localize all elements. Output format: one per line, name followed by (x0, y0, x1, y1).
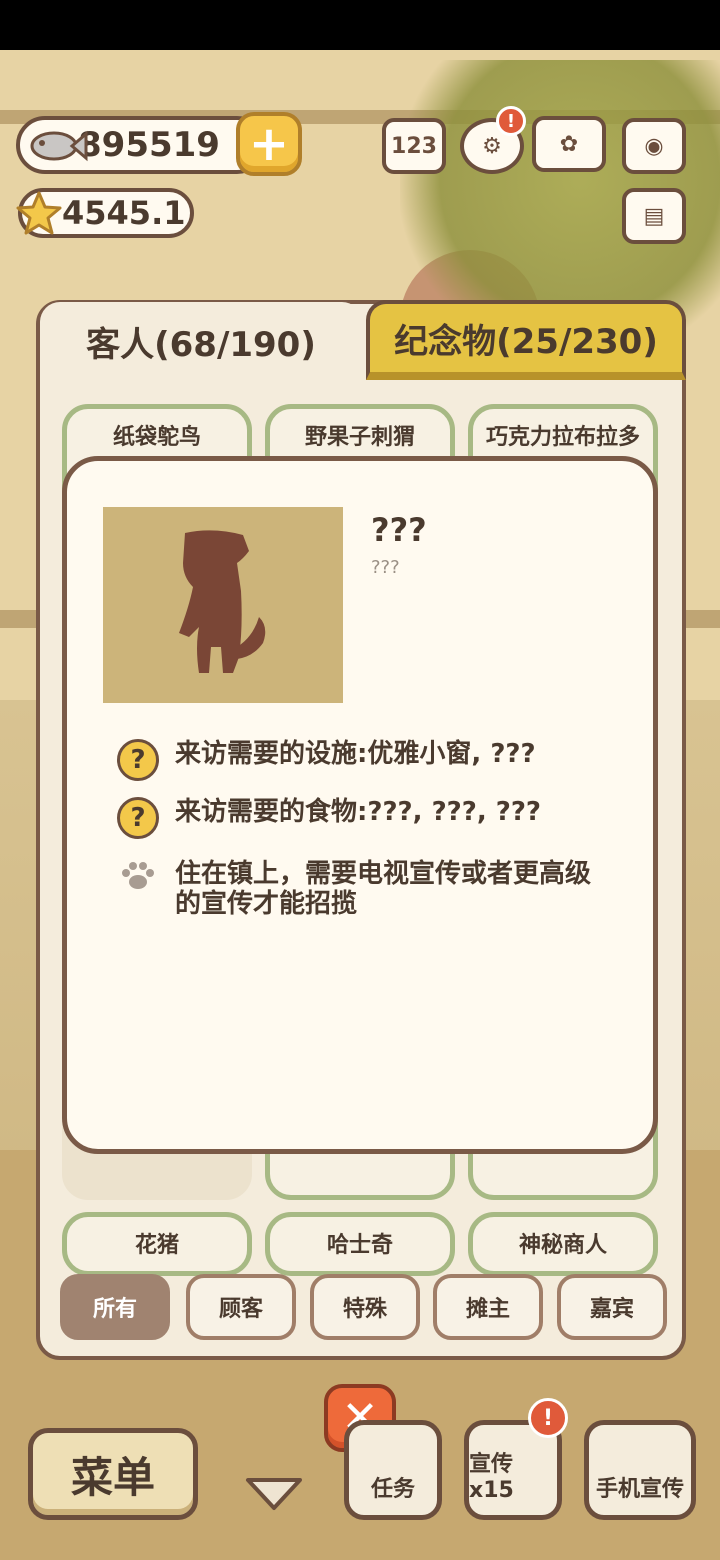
guest-card[interactable]: 神秘商人 (468, 1212, 658, 1276)
guest-card[interactable]: 哈士奇 (265, 1212, 455, 1276)
newspaper-icon[interactable]: ▤ (622, 188, 686, 244)
food-requirement: ? 来访需要的食物:???, ???, ??? (117, 797, 605, 839)
facility-requirement-text: 来访需要的设施:优雅小窗, ??? (175, 739, 536, 769)
food-requirement-text: 来访需要的食物:???, ???, ??? (175, 797, 541, 827)
camera-icon[interactable]: ◉ (622, 118, 686, 174)
menu-button[interactable]: 菜单 (28, 1428, 198, 1520)
star-icon (16, 191, 62, 235)
dog-silhouette-icon (179, 530, 266, 673)
guest-filter-bar: 所有 顾客 特殊 摊主 嘉宾 (60, 1274, 670, 1344)
add-currency-button[interactable]: + (236, 112, 302, 176)
ranking-icon[interactable]: 123 (382, 118, 446, 174)
fish-icon (30, 130, 88, 162)
guestbook-icon[interactable]: ✿ (532, 116, 606, 172)
question-icon: ? (117, 797, 159, 839)
filter-special[interactable]: 特殊 (310, 1274, 420, 1340)
guest-detail-popup: ??? ??? ? 来访需要的设施:优雅小窗, ??? ? 来访需要的食物:??… (62, 456, 658, 1154)
filter-all[interactable]: 所有 (60, 1274, 170, 1340)
promo-alert-badge: ! (528, 1398, 568, 1438)
question-icon: ? (117, 739, 159, 781)
plus-icon: + (248, 116, 290, 172)
guest-note-text: 住在镇上，需要电视宣传或者更高级的宣传才能招揽 (175, 859, 592, 919)
tab-souvenirs[interactable]: 纪念物(25/230) (366, 300, 686, 380)
tab-guests[interactable]: 客人(68/190) (40, 302, 362, 380)
settings-alert-badge: ! (496, 106, 526, 136)
promo-label: 宣传x15 (469, 1452, 514, 1503)
guest-card[interactable]: 花猪 (62, 1212, 252, 1276)
tasks-label: 任务 (370, 1477, 415, 1502)
tasks-button[interactable]: 任务 (344, 1420, 442, 1520)
filter-guests[interactable]: 嘉宾 (557, 1274, 667, 1340)
chevron-down-icon[interactable] (244, 1474, 304, 1514)
paw-icon (117, 859, 159, 891)
phone-promo-button[interactable]: 手机宣传 (584, 1420, 696, 1520)
phone-promo-label: 手机宣传 (595, 1477, 684, 1502)
guest-note: 住在镇上，需要电视宣传或者更高级的宣传才能招揽 (117, 859, 605, 919)
guest-portrait (103, 507, 343, 703)
guest-name: ??? (371, 511, 427, 549)
guest-subtitle: ??? (371, 557, 400, 578)
facility-requirement: ? 来访需要的设施:优雅小窗, ??? (117, 739, 605, 781)
status-bar (0, 0, 720, 50)
fish-currency: 895519 (16, 116, 266, 174)
star-currency: 4545.1 (16, 188, 194, 238)
fish-amount: 895519 (78, 125, 220, 165)
filter-vendors[interactable]: 摊主 (433, 1274, 543, 1340)
filter-customers[interactable]: 顾客 (186, 1274, 296, 1340)
star-amount: 4545.1 (62, 194, 186, 232)
